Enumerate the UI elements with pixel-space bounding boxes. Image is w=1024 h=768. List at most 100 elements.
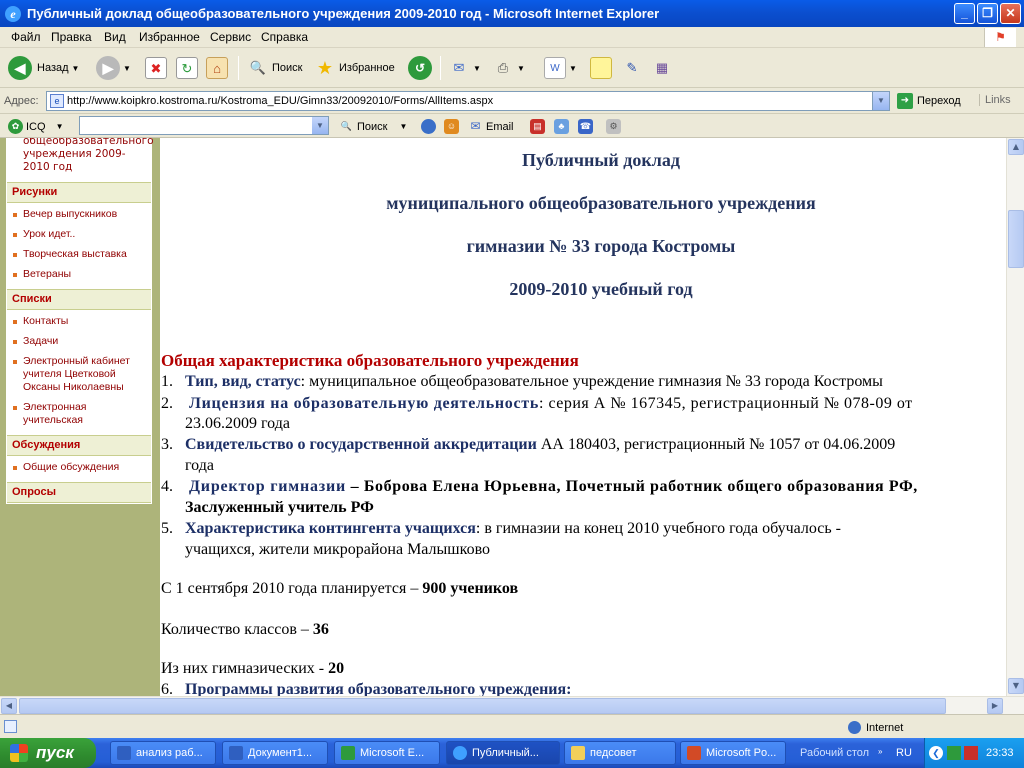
list-item: 6. Программы развития образовательного у…: [161, 681, 572, 696]
forward-arrow-icon: ▶: [96, 56, 120, 80]
list-number: 5.: [161, 520, 173, 537]
list-number: 3.: [161, 436, 173, 453]
sidebar-item-report[interactable]: общеобразовательного учреждения 2009-201…: [23, 138, 154, 174]
menu-edit[interactable]: Правка: [51, 30, 92, 44]
start-button[interactable]: пуск: [0, 738, 96, 768]
close-button[interactable]: ✕: [1000, 3, 1021, 24]
home-button[interactable]: ⌂: [206, 55, 228, 81]
back-button[interactable]: ◀ Назад ▼: [8, 55, 79, 81]
sidebar-item-graduates-evening[interactable]: Вечер выпускников: [12, 208, 148, 221]
globe-icon: [421, 119, 436, 134]
favorites-button[interactable]: ★ Избранное: [314, 55, 395, 81]
toolbar-separator: [440, 56, 441, 80]
stop-button[interactable]: ✖: [145, 55, 167, 81]
list-text: : серия А № 167345, регистрационный № 07…: [539, 395, 913, 412]
icq-email-button[interactable]: ✉ Email: [468, 119, 513, 134]
address-input[interactable]: e http://www.koipkro.kostroma.ru/Kostrom…: [46, 91, 890, 111]
icq-tool-button-2[interactable]: ♣: [554, 119, 572, 134]
research-button[interactable]: ▦: [651, 55, 673, 81]
chevron-right-icon[interactable]: »: [878, 747, 882, 756]
sidebar-section-discussions[interactable]: Обсуждения: [7, 435, 151, 456]
sidebar-section-pictures[interactable]: Рисунки: [7, 182, 151, 203]
maximize-button[interactable]: ❐: [977, 3, 998, 24]
vertical-scroll-thumb[interactable]: [1008, 210, 1024, 268]
sidebar-section-lists[interactable]: Списки: [7, 289, 151, 310]
tray-app-icon[interactable]: [947, 746, 961, 760]
chevron-down-icon: ▼: [517, 63, 525, 73]
sidebar-item-lesson[interactable]: Урок идет..: [12, 228, 148, 241]
icq-button[interactable]: ✿ ICQ ▼: [8, 119, 63, 134]
report-document: Публичный доклад муниципального общеобра…: [161, 138, 1006, 696]
list-text: АА 180403, регистрационный № 1057 от 04.…: [536, 436, 896, 453]
menu-view[interactable]: Вид: [104, 30, 126, 44]
icq-tool-button-3[interactable]: ☎: [578, 119, 596, 134]
sidebar-item-general-discussions[interactable]: Общие обсуждения: [12, 461, 148, 474]
forward-button[interactable]: ▶ ▼: [96, 55, 131, 81]
scroll-up-button[interactable]: ▲: [1008, 139, 1024, 155]
icq-people-button[interactable]: ☺: [444, 119, 462, 134]
windows-flag-icon: [10, 744, 28, 762]
tray-shield-icon[interactable]: [964, 746, 978, 760]
icq-options-button[interactable]: ⚙: [606, 119, 624, 134]
edit-button[interactable]: W ▼: [544, 55, 577, 81]
go-button[interactable]: ➜ Переход: [897, 93, 961, 109]
scroll-left-button[interactable]: ◀: [1, 698, 17, 714]
sidebar-item-veterans[interactable]: Ветераны: [12, 268, 148, 281]
horizontal-scrollbar[interactable]: ◀ ▶: [0, 696, 1024, 714]
icq-globe-button[interactable]: [421, 119, 439, 134]
zone-label: Internet: [866, 721, 904, 734]
vertical-scrollbar[interactable]: ▲ ▼: [1006, 138, 1024, 696]
horizontal-scroll-thumb[interactable]: [19, 698, 946, 714]
menu-file[interactable]: Файл: [11, 30, 41, 44]
links-button[interactable]: Links: [979, 94, 1011, 106]
system-tray: ❮ 23:33: [924, 738, 1024, 768]
history-icon: ↺: [408, 56, 432, 80]
ie-logo-icon: e: [5, 6, 21, 22]
icq-label: ICQ: [26, 120, 46, 133]
sidebar-item-tasks[interactable]: Задачи: [12, 335, 148, 348]
menu-favorites[interactable]: Избранное: [139, 30, 200, 44]
research-icon: ▦: [655, 60, 669, 75]
list-number: 6.: [161, 681, 173, 696]
chevron-down-icon: ▼: [71, 63, 80, 73]
taskbar-item-active[interactable]: Публичный...: [446, 741, 560, 765]
menu-tools[interactable]: Сервис: [210, 30, 251, 44]
people-icon: ☺: [444, 119, 459, 134]
sidebar-item-contacts[interactable]: Контакты: [12, 315, 148, 328]
taskbar-item[interactable]: Microsoft Po...: [680, 741, 786, 765]
list-label: Характеристика контингента учащихся: [185, 520, 476, 537]
address-dropdown[interactable]: ▼: [872, 92, 889, 110]
mail-button[interactable]: ✉ ▼: [448, 55, 481, 81]
desktop-toolbar-label[interactable]: Рабочий стол: [800, 747, 869, 759]
sidebar-item-staff-room[interactable]: Электронная учительская: [12, 401, 148, 427]
menu-help[interactable]: Справка: [261, 30, 308, 44]
sidebar-nav: общеобразовательного учреждения 2009-201…: [6, 138, 154, 504]
sidebar-item-exhibition[interactable]: Творческая выставка: [12, 248, 148, 261]
taskbar-item[interactable]: анализ раб...: [110, 741, 216, 765]
chevron-down-icon: ▼: [123, 63, 131, 73]
messenger-button[interactable]: ✎: [621, 55, 643, 81]
taskbar-item[interactable]: Microsoft E...: [334, 741, 440, 765]
word-doc-icon: [229, 746, 243, 760]
note-button[interactable]: [590, 55, 612, 81]
language-indicator[interactable]: RU: [896, 747, 912, 759]
minimize-button[interactable]: _: [954, 3, 975, 24]
tray-expand-icon[interactable]: ❮: [929, 746, 943, 760]
sidebar-section-surveys[interactable]: Опросы: [7, 482, 151, 503]
refresh-button[interactable]: ↻: [176, 55, 198, 81]
icq-search-dropdown[interactable]: ▼: [312, 117, 328, 134]
scroll-right-button[interactable]: ▶: [987, 698, 1003, 714]
sidebar-item-teacher-cabinet[interactable]: Электронный кабинет учителя Цветковой Ок…: [12, 355, 148, 394]
search-button[interactable]: 🔍 Поиск: [247, 55, 303, 81]
icq-search-input[interactable]: ▼: [79, 116, 329, 135]
list-item-continuation: Заслуженный учитель РФ: [185, 499, 374, 516]
classes-value: 36: [312, 621, 329, 638]
icq-search-button[interactable]: 🔍 Поиск ▼: [339, 119, 408, 134]
history-button[interactable]: ↺: [408, 55, 432, 81]
taskbar-item[interactable]: педсовет: [564, 741, 676, 765]
taskbar-item-label: педсовет: [590, 747, 637, 759]
icq-tool-button-1[interactable]: ▤: [530, 119, 548, 134]
print-button[interactable]: ⎙ ▼: [492, 55, 525, 81]
scroll-down-button[interactable]: ▼: [1008, 678, 1024, 694]
taskbar-item[interactable]: Документ1...: [222, 741, 328, 765]
